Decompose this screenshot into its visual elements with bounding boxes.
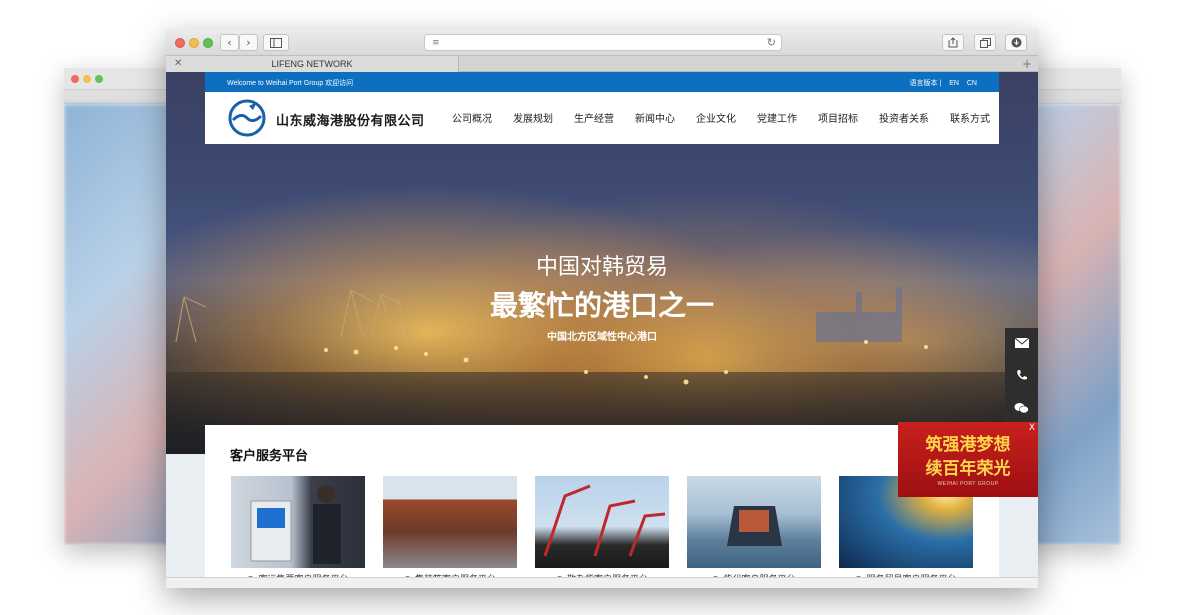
downloads-button[interactable] xyxy=(1005,34,1027,51)
company-name[interactable]: 山东威海港股份有限公司 xyxy=(276,110,425,129)
tab-close-icon[interactable]: ✕ xyxy=(174,56,182,72)
zoom-dot-icon xyxy=(95,75,103,83)
reload-icon[interactable]: ↻ xyxy=(767,36,776,49)
ship-illustration xyxy=(727,506,782,546)
welcome-text: Welcome to Weihai Port Group 欢迎访问 xyxy=(227,80,354,87)
service-card-container[interactable] xyxy=(383,476,517,568)
language-switcher: 语言版本 | EN CN xyxy=(903,78,977,88)
tab-bar: ✕ LIFENG NETWORK + xyxy=(166,56,1038,72)
reader-icon: ≡ xyxy=(432,38,440,48)
sidebar-icon xyxy=(270,38,282,48)
address-bar[interactable]: ≡ ↻ xyxy=(424,34,782,51)
language-cn-link[interactable]: CN xyxy=(967,80,977,87)
site-header: 山东威海港股份有限公司 公司概况 发展规划 生产经营 新闻中心 企业文化 党建工… xyxy=(205,92,999,144)
promo-banner[interactable]: 筑强港梦想 续百年荣光 WEIHAI PORT GROUP X xyxy=(898,422,1038,497)
tab-title: LIFENG NETWORK xyxy=(271,59,353,69)
horizontal-scrollbar[interactable] xyxy=(166,577,1038,588)
hero-headline-large: 最繁忙的港口之一 xyxy=(489,289,714,322)
customer-service-section: 客户服务平台 客运售票客 xyxy=(205,425,999,588)
browser-window: ‹ › ≡ ↻ ✕ LIFENG NETWORK + 中国对韩贸易 最繁忙的港口… xyxy=(166,29,1038,588)
wechat-icon xyxy=(1014,403,1029,414)
close-dot-icon xyxy=(71,75,79,83)
chevron-left-icon: ‹ xyxy=(227,36,232,49)
nav-news-center[interactable]: 新闻中心 xyxy=(635,110,675,125)
nav-investor-relations[interactable]: 投资者关系 xyxy=(879,110,929,125)
service-card-passenger[interactable] xyxy=(231,476,365,568)
promo-close-icon[interactable]: X xyxy=(1029,423,1035,433)
language-label: 语言版本 | xyxy=(909,80,942,87)
mail-icon xyxy=(1014,337,1029,348)
minimize-window-button[interactable] xyxy=(189,38,199,48)
service-card-freight-forwarder[interactable] xyxy=(687,476,821,568)
service-card-bulk-cargo[interactable] xyxy=(535,476,669,568)
containers-image xyxy=(383,476,517,568)
company-logo[interactable] xyxy=(227,98,267,138)
minimize-dot-icon xyxy=(83,75,91,83)
tab-active[interactable]: ✕ LIFENG NETWORK xyxy=(166,56,459,72)
nav-production[interactable]: 生产经营 xyxy=(574,110,614,125)
section-title: 客户服务平台 xyxy=(230,449,309,464)
browser-toolbar: ‹ › ≡ ↻ xyxy=(166,29,1038,56)
tabs-icon xyxy=(979,38,991,48)
red-cranes-illustration xyxy=(543,484,666,557)
promo-line-2: 续百年荣光 xyxy=(925,459,1011,479)
nav-corporate-culture[interactable]: 企业文化 xyxy=(696,110,736,125)
download-icon xyxy=(1011,37,1021,48)
mail-button[interactable] xyxy=(1005,328,1038,361)
screenshot-stage: ‹ › ≡ ↻ ✕ LIFENG NETWORK + 中国对韩贸易 最繁忙的港口… xyxy=(0,0,1189,615)
close-window-button[interactable] xyxy=(175,38,185,48)
promo-line-3: WEIHAI PORT GROUP xyxy=(937,481,999,487)
share-icon xyxy=(948,37,958,48)
zoom-window-button[interactable] xyxy=(203,38,213,48)
hero-headline-small: 中国对韩贸易 xyxy=(535,255,668,280)
nav-company-overview[interactable]: 公司概况 xyxy=(452,110,492,125)
nav-development-plan[interactable]: 发展规划 xyxy=(513,110,553,125)
site-top-bar: Welcome to Weihai Port Group 欢迎访问 语言版本 |… xyxy=(205,72,999,92)
kiosk-illustration xyxy=(250,485,341,564)
tabs-overview-button[interactable] xyxy=(974,34,996,51)
nav-party-building[interactable]: 党建工作 xyxy=(757,110,797,125)
language-en-link[interactable]: EN xyxy=(949,80,959,87)
chevron-right-icon: › xyxy=(246,36,251,49)
back-button[interactable]: ‹ xyxy=(220,34,239,51)
new-tab-button[interactable]: + xyxy=(1022,56,1032,72)
nav-bidding[interactable]: 项目招标 xyxy=(818,110,858,125)
forward-button[interactable]: › xyxy=(239,34,258,51)
phone-button[interactable] xyxy=(1005,361,1038,394)
hero-subtitle: 中国北方区域性中心港口 xyxy=(547,332,657,343)
share-button[interactable] xyxy=(942,34,964,51)
web-page: 中国对韩贸易 最繁忙的港口之一 中国北方区域性中心港口 Welcome to W… xyxy=(166,72,1038,588)
phone-icon xyxy=(1016,370,1027,380)
floating-contact-bar xyxy=(1005,328,1038,427)
nav-contact[interactable]: 联系方式 xyxy=(950,110,990,125)
sidebar-button[interactable] xyxy=(263,34,289,51)
promo-line-1: 筑强港梦想 xyxy=(925,435,1011,455)
main-nav: 公司概况 发展规划 生产经营 新闻中心 企业文化 党建工作 项目招标 投资者关系… xyxy=(452,110,990,125)
